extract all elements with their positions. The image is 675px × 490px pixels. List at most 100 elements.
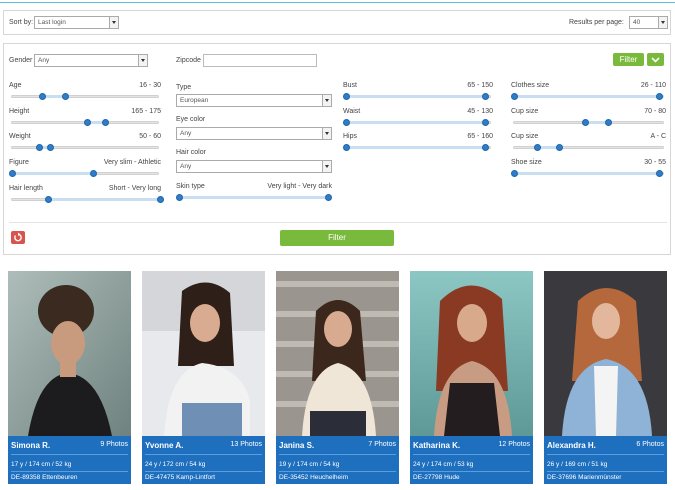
model-stats: 24 y / 174 cm / 53 kg <box>413 461 474 468</box>
gender-select[interactable]: Any <box>34 54 148 67</box>
range-slider[interactable] <box>9 170 159 177</box>
model-location: DE-47475 Kamp-Lintfort <box>145 474 216 481</box>
slider-fill <box>346 146 485 149</box>
divider <box>145 471 262 472</box>
slider-handle-max[interactable] <box>90 170 98 177</box>
filter-button-top[interactable]: Filter <box>613 53 644 66</box>
results-per-page-label: Results per page: <box>569 19 624 26</box>
range-slider[interactable] <box>343 144 491 151</box>
slider-handle-min[interactable] <box>343 119 350 126</box>
model-photo[interactable] <box>142 271 265 436</box>
slider-handle-max[interactable] <box>604 119 612 126</box>
range-slider[interactable] <box>11 196 164 203</box>
slider-handle-min[interactable] <box>38 93 46 100</box>
divider <box>413 454 530 455</box>
slider-range-value: 65 - 150 <box>467 82 493 89</box>
model-photo[interactable] <box>544 271 667 436</box>
divider <box>413 471 530 472</box>
results-per-page-select[interactable]: 40 <box>629 16 668 29</box>
slider-range-value: 16 - 30 <box>139 82 161 89</box>
range-slider[interactable] <box>513 144 664 151</box>
model-name[interactable]: Alexandra H. <box>547 441 596 450</box>
model-name[interactable]: Katharina K. <box>413 441 460 450</box>
slider-handle-max[interactable] <box>47 144 55 151</box>
slider-handle-max[interactable] <box>556 144 564 151</box>
zipcode-label: Zipcode <box>176 57 201 64</box>
slider-handle-min[interactable] <box>533 144 541 151</box>
slider-handle-min[interactable] <box>511 170 518 177</box>
model-name[interactable]: Simona R. <box>11 441 50 450</box>
slider-range-value: 30 - 55 <box>644 159 666 166</box>
range-slider[interactable] <box>513 119 664 126</box>
slider-handle-min[interactable] <box>511 93 518 100</box>
range-slider[interactable] <box>11 144 159 151</box>
model-card[interactable]: Alexandra H. 6 Photos 26 y / 169 cm / 51 k… <box>544 271 667 484</box>
slider-fill <box>179 196 329 199</box>
slider-handle-min[interactable] <box>44 196 52 203</box>
type-select[interactable]: European <box>176 94 332 107</box>
slider-range-value: Short - Very long <box>108 185 161 192</box>
chevron-down-icon <box>138 55 147 66</box>
slider-handle-min[interactable] <box>581 119 589 126</box>
range-slider[interactable] <box>511 170 664 177</box>
slider-handle-min[interactable] <box>35 144 43 151</box>
eye-color-select[interactable]: Any <box>176 127 332 140</box>
top-accent-line <box>0 0 675 3</box>
hair-color-select[interactable]: Any <box>176 160 332 173</box>
slider-handle-max[interactable] <box>655 170 663 177</box>
slider-handle-min[interactable] <box>343 144 350 151</box>
model-photo[interactable] <box>276 271 399 436</box>
sort-select[interactable]: Last login <box>34 16 119 29</box>
slider-handle-max[interactable] <box>102 119 110 126</box>
slider-handle-min[interactable] <box>84 119 92 126</box>
slider-handle-min[interactable] <box>9 170 16 177</box>
slider-handle-max[interactable] <box>481 93 489 100</box>
slider-handle-max[interactable] <box>325 194 332 201</box>
gender-label: Gender <box>9 57 33 64</box>
slider-fill <box>47 198 160 201</box>
chevron-down-icon <box>658 17 667 28</box>
sort-bar: Sort by: Last login Results per page: 40 <box>3 10 671 35</box>
model-name[interactable]: Janina S. <box>279 441 314 450</box>
slider-handle-max[interactable] <box>481 119 489 126</box>
slider-handle-max[interactable] <box>157 196 164 203</box>
slider-range-value: Very slim - Athletic <box>103 159 161 166</box>
range-slider[interactable] <box>343 119 491 126</box>
model-card[interactable]: Katharina K. 12 Photos 24 y / 174 cm / 53 … <box>410 271 533 484</box>
toggle-filters-button[interactable] <box>647 53 664 66</box>
model-stats: 19 y / 174 cm / 54 kg <box>279 461 340 468</box>
slider-fill <box>514 172 659 175</box>
skin-type-label: Skin type <box>176 183 205 190</box>
slider-handle-max[interactable] <box>655 93 663 100</box>
filter-button[interactable]: Filter <box>280 230 394 246</box>
photo-count: 6 Photos <box>636 441 664 448</box>
skin-type-slider[interactable] <box>176 194 332 201</box>
range-slider[interactable] <box>11 119 159 126</box>
chevron-down-icon <box>322 161 331 172</box>
slider-handle-max[interactable] <box>62 93 70 100</box>
type-select-value: European <box>180 97 209 104</box>
skin-type-range: Very light - Very dark <box>267 183 332 190</box>
divider <box>11 454 128 455</box>
model-card[interactable]: Janina S. 7 Photos 19 y / 174 cm / 54 kg DE… <box>276 271 399 484</box>
reset-button[interactable] <box>11 231 25 244</box>
hair-color-label: Hair color <box>176 149 206 156</box>
slider-handle-min[interactable] <box>343 93 350 100</box>
slider-handle-max[interactable] <box>481 144 489 151</box>
slider-handle-min[interactable] <box>176 194 183 201</box>
range-slider[interactable] <box>11 93 159 100</box>
model-name[interactable]: Yvonne A. <box>145 441 183 450</box>
slider-range-value: 26 - 110 <box>640 82 666 89</box>
model-card[interactable]: Simona R. 9 Photos 17 y / 174 cm / 52 kg DE… <box>8 271 131 484</box>
filter-panel: Gender Any Zipcode Filter Age 16 - 30 Heig… <box>3 43 671 255</box>
model-card[interactable]: Yvonne A. 13 Photos 24 y / 172 cm / 54 kg D… <box>142 271 265 484</box>
slider-range-value: 165 - 175 <box>131 108 161 115</box>
slider-range-value: 70 - 80 <box>644 108 666 115</box>
zipcode-input[interactable] <box>203 54 317 67</box>
model-photo[interactable] <box>410 271 533 436</box>
chevron-down-icon <box>322 95 331 106</box>
range-slider[interactable] <box>511 93 664 100</box>
range-slider[interactable] <box>343 93 491 100</box>
model-photo[interactable] <box>8 271 131 436</box>
results-per-page-value: 40 <box>633 19 641 26</box>
